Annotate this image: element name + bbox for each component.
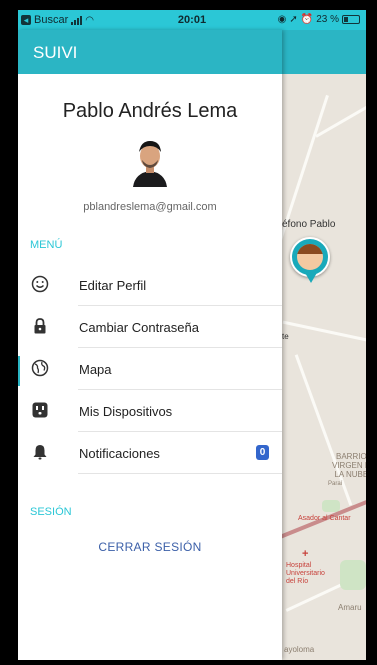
user-name: Pablo Andrés Lema — [62, 100, 238, 122]
logout-button[interactable]: CERRAR SESIÓN — [18, 540, 282, 554]
menu-item-label: Notificaciones — [79, 446, 160, 461]
alarm-icon: ⏰ — [300, 14, 314, 25]
menu-item-notificaciones[interactable]: Notificaciones 0 — [18, 432, 282, 474]
divider — [78, 473, 282, 474]
map-park — [340, 560, 366, 590]
menu-item-label: Mis Dispositivos — [79, 404, 173, 419]
map-area-bottom: ayoloma — [284, 645, 315, 654]
menu-item-label: Editar Perfil — [79, 278, 147, 293]
device-avatar-icon — [297, 244, 323, 270]
device-map-pin[interactable] — [290, 237, 330, 283]
battery-icon — [342, 15, 360, 24]
menu-item-label: Cambiar Contraseña — [79, 320, 199, 335]
outlet-icon — [32, 402, 48, 418]
bell-icon — [33, 445, 47, 460]
avatar-photo-icon — [129, 135, 171, 187]
menu-item-editar-perfil[interactable]: Editar Perfil — [18, 264, 282, 306]
globe-icon — [31, 359, 49, 377]
map-poi-asador: Asador al Cantar — [298, 515, 351, 522]
app-title: SUIVI — [33, 43, 78, 62]
navigation-drawer: SUIVI Pablo Andrés Lema pblandreslema@gm… — [18, 30, 282, 660]
menu-item-label: Mapa — [79, 362, 112, 377]
lock-icon — [34, 318, 46, 334]
hospital-icon: + — [302, 548, 309, 560]
menu-item-mapa[interactable]: Mapa — [18, 348, 282, 390]
smiley-icon — [31, 275, 49, 293]
map-view[interactable]: éfono Pablo te BARRIO VIRGEN D LA NUBE A… — [282, 30, 366, 660]
menu-item-mis-dispositivos[interactable]: Mis Dispositivos — [18, 390, 282, 432]
location-icon: ◉ — [277, 14, 287, 25]
active-indicator — [18, 356, 20, 386]
menu-item-cambiar-contrasena[interactable]: Cambiar Contraseña — [18, 306, 282, 348]
drawer-header: SUIVI — [18, 30, 282, 74]
map-poi-hospital: Hospital Universitario del Río — [286, 562, 325, 585]
user-email: pblandreslema@gmail.com — [83, 201, 217, 213]
status-right: ◉ ➚ ⏰ 23 % — [278, 14, 360, 25]
map-road — [294, 354, 353, 506]
battery-percent: 23 % — [316, 14, 339, 25]
map-road — [282, 320, 366, 343]
notification-count-badge: 0 — [256, 445, 269, 460]
session-section-label: SESIÓN — [30, 506, 72, 518]
map-label-partial: te — [282, 332, 289, 341]
device-map-label: éfono Pablo — [282, 219, 336, 230]
navigation-icon: ➚ — [289, 14, 298, 25]
map-park — [322, 500, 340, 512]
avatar[interactable] — [129, 135, 171, 187]
phone-screen: ◂ Buscar ◠ 20:01 ◉ ➚ ⏰ 23 % éfono Pablo … — [18, 10, 366, 660]
map-road-label: Paraí — [328, 481, 343, 487]
map-header-bar — [282, 30, 366, 74]
menu-section-label: MENÚ — [30, 239, 63, 251]
map-area-amaru: Amaru — [338, 603, 362, 612]
map-neighborhood-label: BARRIO VIRGEN D LA NUBE — [332, 452, 366, 479]
status-bar: ◂ Buscar ◠ 20:01 ◉ ➚ ⏰ 23 % — [18, 10, 366, 30]
